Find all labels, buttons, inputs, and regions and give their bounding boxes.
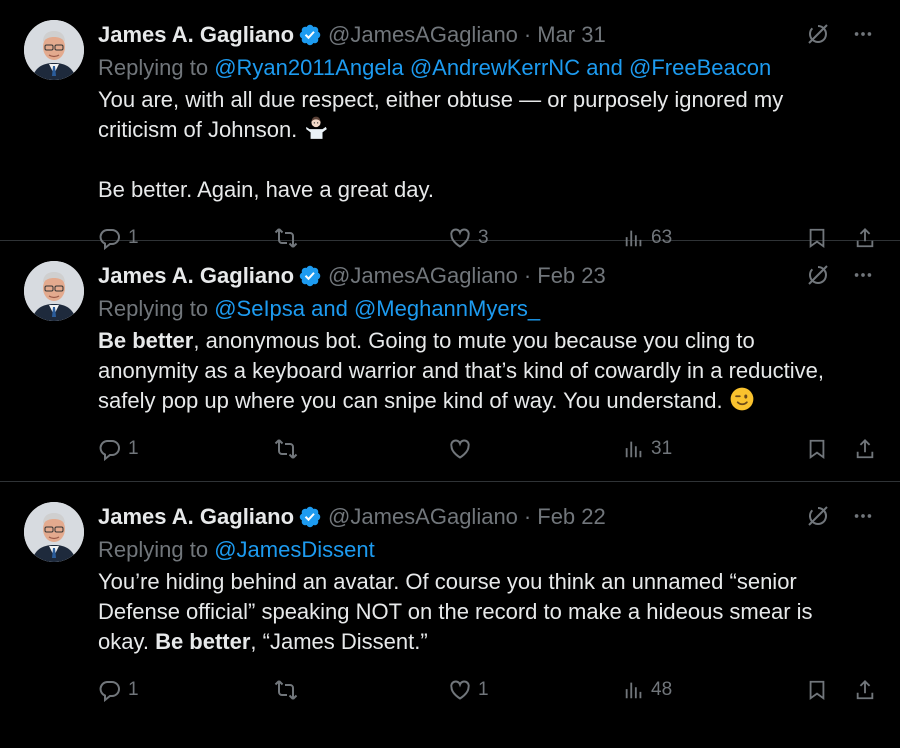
grok-icon[interactable] [806,263,830,287]
like-count: 1 [478,679,489,700]
retweet-button[interactable] [273,437,448,461]
tweet-header: James A. Gagliano @JamesAGagliano · Mar … [98,20,876,50]
separator: · [523,22,532,47]
tweet-text-line: criticism of Johnson. [98,115,876,145]
retweet-icon [273,437,299,461]
more-icon[interactable] [852,264,874,286]
tweet-header: James A. Gagliano @JamesAGagliano · Feb … [98,502,876,532]
bookmark-icon[interactable] [806,678,828,702]
tweet-text-fragment: safely pop up where you can snipe kind o… [98,388,723,413]
replying-to: Replying to @JamesDissent [98,535,876,565]
user-handle[interactable]: @JamesAGagliano [328,263,518,289]
like-icon [448,678,472,702]
reply-count: 1 [128,438,139,459]
share-icon[interactable] [854,678,876,702]
display-name[interactable]: James A. Gagliano [98,263,294,289]
reply-icon [98,678,122,702]
right-actions [806,678,876,702]
like-button[interactable] [448,437,623,461]
user-handle[interactable]: @JamesAGagliano [328,504,518,530]
more-icon[interactable] [852,23,874,45]
bold-phrase: Be better [98,328,194,353]
share-icon[interactable] [854,437,876,461]
mention-links[interactable]: @Ryan2011Angela @AndrewKerrNC and @FreeB… [214,55,771,80]
avatar[interactable] [24,502,84,562]
tweet-date[interactable]: Mar 31 [537,22,605,48]
tweet-text: You’re hiding behind an avatar. Of cours… [98,567,876,657]
tweet-text-line: You are, with all due respect, either ob… [98,87,784,112]
header-actions [806,22,874,46]
separator: · [523,263,532,288]
display-name[interactable]: James A. Gagliano [98,504,294,530]
avatar[interactable] [24,20,84,80]
tweet-text-line: Be better. Again, have a great day. [98,177,434,202]
view-count: 31 [651,438,673,459]
reply-button[interactable]: 1 [98,437,273,461]
tweet-text-line: safely pop up where you can snipe kind o… [98,386,876,416]
reply-count: 1 [128,679,139,700]
verified-badge-icon[interactable] [298,23,322,47]
views-icon [623,438,645,460]
view-count: 48 [651,679,673,700]
views-icon [623,679,645,701]
replying-to: Replying to @SeIpsa and @MeghannMyers_ [98,294,876,324]
retweet-button[interactable] [273,678,448,702]
replying-to-label: Replying to [98,55,209,80]
bold-phrase: Be better [155,629,251,654]
tweet-text-fragment: , anonymous bot. Going to mute you becau… [193,328,755,353]
tweet-text: Be better, anonymous bot. Going to mute … [98,326,876,416]
tweet-date[interactable]: Feb 22 [537,504,606,530]
views-button[interactable]: 48 [623,679,798,701]
avatar[interactable] [24,261,84,321]
reply-button[interactable]: 1 [98,678,273,702]
tweet-header: James A. Gagliano @JamesAGagliano · Feb … [98,261,876,291]
header-actions [806,263,874,287]
action-bar: 1 31 [98,437,876,461]
winking-face-emoji [729,386,755,412]
more-icon[interactable] [852,505,874,527]
verified-badge-icon[interactable] [298,505,322,529]
tweet-text-fragment: criticism of Johnson. [98,117,298,142]
tweet[interactable]: James A. Gagliano @JamesAGagliano · Feb … [0,482,900,723]
verified-badge-icon[interactable] [298,264,322,288]
bookmark-icon[interactable] [806,437,828,461]
tweet-text-line: okay. Be better, “James Dissent.” [98,627,876,657]
views-button[interactable]: 31 [623,438,798,460]
tweet-text-line: Defense official” speaking NOT on the re… [98,599,813,624]
mention-links[interactable]: @SeIpsa and @MeghannMyers_ [214,296,540,321]
replying-to: Replying to @Ryan2011Angela @AndrewKerrN… [98,53,876,83]
action-bar: 1 1 48 [98,678,876,702]
tweet[interactable]: James A. Gagliano @JamesAGagliano · Mar … [0,0,900,241]
grok-icon[interactable] [806,22,830,46]
mention-links[interactable]: @JamesDissent [214,537,375,562]
tweet-body: James A. Gagliano @JamesAGagliano · Mar … [98,20,876,240]
retweet-icon [273,678,299,702]
tweet[interactable]: James A. Gagliano @JamesAGagliano · Feb … [0,241,900,482]
tweet-text-line: You’re hiding behind an avatar. Of cours… [98,569,797,594]
separator: · [523,504,532,529]
tweet-text-line: Be better, anonymous bot. Going to mute … [98,326,876,356]
reply-icon [98,437,122,461]
like-button[interactable]: 1 [448,678,623,702]
tweet-text-fragment: , “James Dissent.” [250,629,428,654]
replying-to-label: Replying to [98,537,209,562]
user-handle[interactable]: @JamesAGagliano [328,22,518,48]
tweet-text-fragment: okay. [98,629,156,654]
tweet-text: You are, with all due respect, either ob… [98,85,876,205]
like-icon [448,437,472,461]
tweet-text-line: anonymity as a keyboard warrior and that… [98,358,824,383]
person-shrugging-emoji [303,115,329,141]
tweet-date[interactable]: Feb 23 [537,263,606,289]
right-actions [806,437,876,461]
display-name[interactable]: James A. Gagliano [98,22,294,48]
header-actions [806,504,874,528]
tweet-feed: James A. Gagliano @JamesAGagliano · Mar … [0,0,900,723]
grok-icon[interactable] [806,504,830,528]
replying-to-label: Replying to [98,296,209,321]
